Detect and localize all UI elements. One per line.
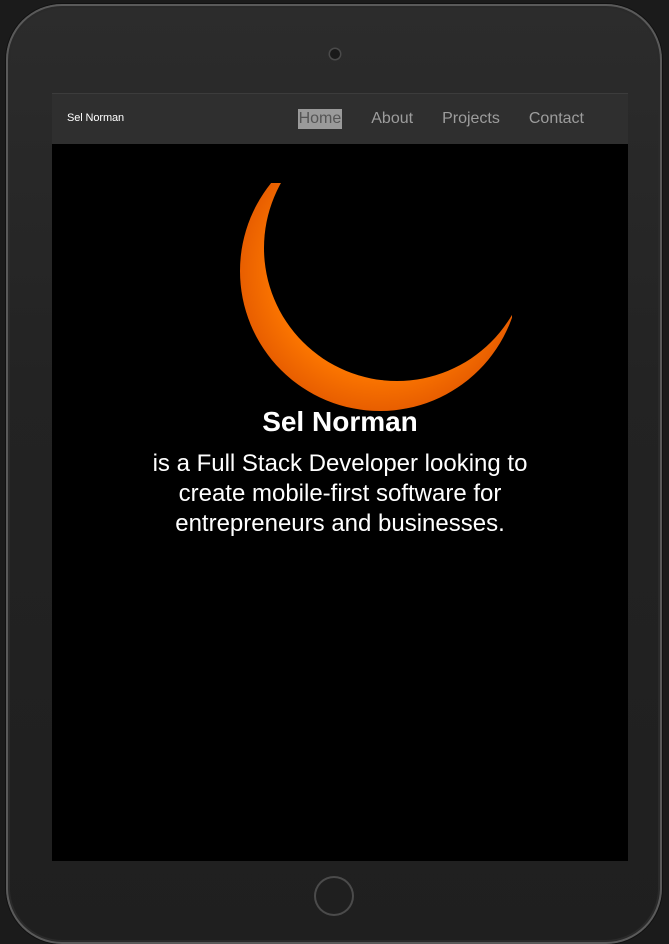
brand-link[interactable]: Sel Norman [67, 112, 124, 124]
camera-icon [330, 49, 340, 59]
nav-link-projects[interactable]: Projects [442, 109, 500, 129]
navbar: Sel Norman Home About Projects Contact [52, 93, 628, 144]
hero-tagline: is a Full Stack Developer looking to cre… [152, 450, 528, 537]
eclipse-crescent-image [240, 183, 512, 411]
nav-link-contact[interactable]: Contact [529, 109, 584, 129]
home-button[interactable] [314, 876, 354, 916]
hero-name: Sel Norman [262, 406, 418, 437]
screen: Sel Norman Home About Projects Contact S… [52, 93, 628, 861]
nav-link-about[interactable]: About [371, 109, 413, 129]
nav-link-home[interactable]: Home [297, 109, 343, 129]
nav-links: Home About Projects Contact [269, 109, 584, 129]
tablet-frame: Sel Norman Home About Projects Contact S… [6, 4, 662, 944]
